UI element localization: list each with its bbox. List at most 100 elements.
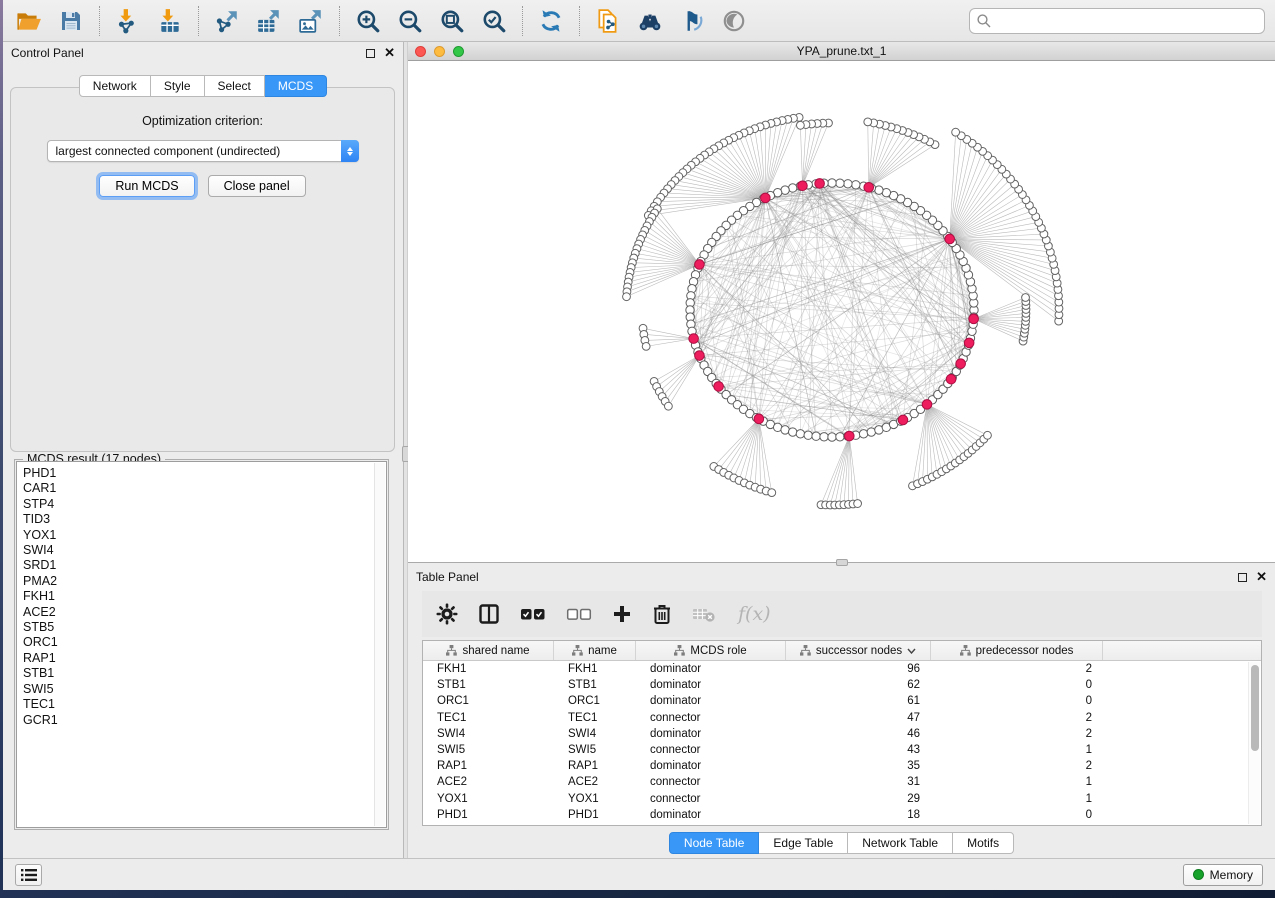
table-cell: 47 xyxy=(786,712,931,724)
result-node[interactable]: SWI4 xyxy=(23,543,386,558)
result-node[interactable]: SWI5 xyxy=(23,682,386,697)
result-node[interactable]: GCR1 xyxy=(23,713,386,728)
optimization-criterion-dropdown[interactable]: largest connected component (undirected) xyxy=(47,140,359,162)
add-column-icon[interactable] xyxy=(612,604,632,624)
table-row[interactable]: FKH1FKH1dominator962 xyxy=(423,661,1261,677)
table-cell: connector xyxy=(636,744,786,756)
run-mcds-button[interactable]: Run MCDS xyxy=(99,175,194,197)
tab-mcds[interactable]: MCDS xyxy=(265,75,327,97)
table-row[interactable]: TEC1TEC1connector472 xyxy=(423,710,1261,726)
open-file-icon[interactable] xyxy=(15,7,43,35)
table-cell: SWI4 xyxy=(423,728,554,740)
network-graph[interactable] xyxy=(408,61,1275,562)
result-list-scrollbar[interactable] xyxy=(374,463,385,826)
column-header-predecessor-nodes[interactable]: predecessor nodes xyxy=(931,641,1103,660)
table-row[interactable]: SWI5SWI5connector431 xyxy=(423,742,1261,758)
clone-network-icon[interactable] xyxy=(594,7,622,35)
result-node[interactable]: TID3 xyxy=(23,512,386,527)
table-row[interactable]: ORC1ORC1dominator610 xyxy=(423,693,1261,709)
main-toolbar xyxy=(3,0,1275,42)
result-node[interactable]: ORC1 xyxy=(23,635,386,650)
close-panel-button[interactable]: Close panel xyxy=(208,175,306,197)
result-node[interactable]: STP4 xyxy=(23,497,386,512)
tab-select[interactable]: Select xyxy=(205,75,265,97)
hide-graphics-details-icon[interactable] xyxy=(678,7,706,35)
result-node[interactable]: FKH1 xyxy=(23,589,386,604)
export-image-icon[interactable] xyxy=(297,7,325,35)
save-session-icon[interactable] xyxy=(57,7,85,35)
float-table-panel-icon[interactable] xyxy=(1238,573,1247,582)
show-graphics-details-icon xyxy=(720,7,748,35)
column-header-name[interactable]: name xyxy=(554,641,636,660)
result-node[interactable]: PMA2 xyxy=(23,574,386,589)
table-cell: 96 xyxy=(786,663,931,675)
import-network-icon[interactable] xyxy=(114,7,142,35)
refresh-layout-icon[interactable] xyxy=(537,7,565,35)
column-header-successor-nodes[interactable]: successor nodes xyxy=(786,641,931,660)
close-table-panel-icon[interactable]: ✕ xyxy=(1256,572,1267,582)
table-row[interactable]: SWI4SWI4dominator462 xyxy=(423,726,1261,742)
zoom-in-icon[interactable] xyxy=(354,7,382,35)
column-header-shared-name[interactable]: shared name xyxy=(423,641,554,660)
mcds-result-list[interactable]: PHD1CAR1STP4TID3YOX1SWI4SRD1PMA2FKH1ACE2… xyxy=(16,461,387,828)
tab-node-table[interactable]: Node Table xyxy=(669,832,760,854)
search-input[interactable] xyxy=(996,11,1258,31)
zoom-selected-icon[interactable] xyxy=(480,7,508,35)
zoom-out-icon[interactable] xyxy=(396,7,424,35)
result-node[interactable]: ACE2 xyxy=(23,605,386,620)
export-network-icon[interactable] xyxy=(213,7,241,35)
network-window-title: YPA_prune.txt_1 xyxy=(408,44,1275,58)
zoom-fit-icon[interactable] xyxy=(438,7,466,35)
table-row[interactable]: STB1STB1dominator620 xyxy=(423,677,1261,693)
table-row[interactable]: YOX1YOX1connector291 xyxy=(423,791,1261,807)
float-panel-icon[interactable] xyxy=(366,49,375,58)
table-cell: 35 xyxy=(786,760,931,772)
table-scrollbar-thumb[interactable] xyxy=(1251,665,1259,751)
export-table-icon[interactable] xyxy=(255,7,283,35)
delete-column-icon[interactable] xyxy=(652,603,672,625)
tab-network[interactable]: Network xyxy=(79,75,151,97)
import-table-icon[interactable] xyxy=(156,7,184,35)
result-node[interactable]: STB1 xyxy=(23,666,386,681)
memory-status-icon xyxy=(1193,869,1204,880)
network-view-window: YPA_prune.txt_1 xyxy=(408,42,1275,563)
show-columns-icon[interactable] xyxy=(478,603,500,625)
result-node[interactable]: TEC1 xyxy=(23,697,386,712)
table-cell: 0 xyxy=(931,809,1103,821)
result-node[interactable]: STB5 xyxy=(23,620,386,635)
result-node[interactable]: PHD1 xyxy=(23,466,386,481)
table-cell: dominator xyxy=(636,695,786,707)
tab-network-table[interactable]: Network Table xyxy=(848,832,953,854)
result-node[interactable]: RAP1 xyxy=(23,651,386,666)
table-cell: 29 xyxy=(786,793,931,805)
result-node[interactable]: YOX1 xyxy=(23,528,386,543)
node-table[interactable]: shared namenameMCDS rolesuccessor nodesp… xyxy=(422,640,1262,826)
table-settings-gear-icon[interactable] xyxy=(436,603,458,625)
tab-edge-table[interactable]: Edge Table xyxy=(759,832,848,854)
select-all-icon[interactable] xyxy=(520,606,546,622)
table-cell: 18 xyxy=(786,809,931,821)
deselect-all-icon[interactable] xyxy=(566,606,592,622)
tab-motifs[interactable]: Motifs xyxy=(953,832,1014,854)
column-header-MCDS-role[interactable]: MCDS role xyxy=(636,641,786,660)
search-find-icon[interactable] xyxy=(636,7,664,35)
table-cell: FKH1 xyxy=(554,663,636,675)
table-panel-title: Table Panel xyxy=(416,570,1238,584)
close-panel-icon[interactable]: ✕ xyxy=(384,48,395,58)
mcds-tab-content: Optimization criterion: largest connecte… xyxy=(10,87,395,452)
search-icon xyxy=(976,13,992,29)
task-history-button[interactable] xyxy=(15,864,42,886)
optimization-criterion-label: Optimization criterion: xyxy=(11,114,394,128)
horizontal-splitter-grip[interactable] xyxy=(836,559,848,566)
table-cell: 61 xyxy=(786,695,931,707)
table-scrollbar[interactable] xyxy=(1248,662,1260,824)
result-node[interactable]: SRD1 xyxy=(23,558,386,573)
result-node[interactable]: CAR1 xyxy=(23,481,386,496)
network-canvas[interactable] xyxy=(408,61,1275,562)
table-row[interactable]: ACE2ACE2connector311 xyxy=(423,774,1261,790)
table-row[interactable]: PHD1PHD1dominator180 xyxy=(423,807,1261,823)
tab-style[interactable]: Style xyxy=(151,75,205,97)
table-row[interactable]: RAP1RAP1dominator352 xyxy=(423,758,1261,774)
table-cell: 2 xyxy=(931,760,1103,772)
memory-button[interactable]: Memory xyxy=(1183,864,1263,886)
